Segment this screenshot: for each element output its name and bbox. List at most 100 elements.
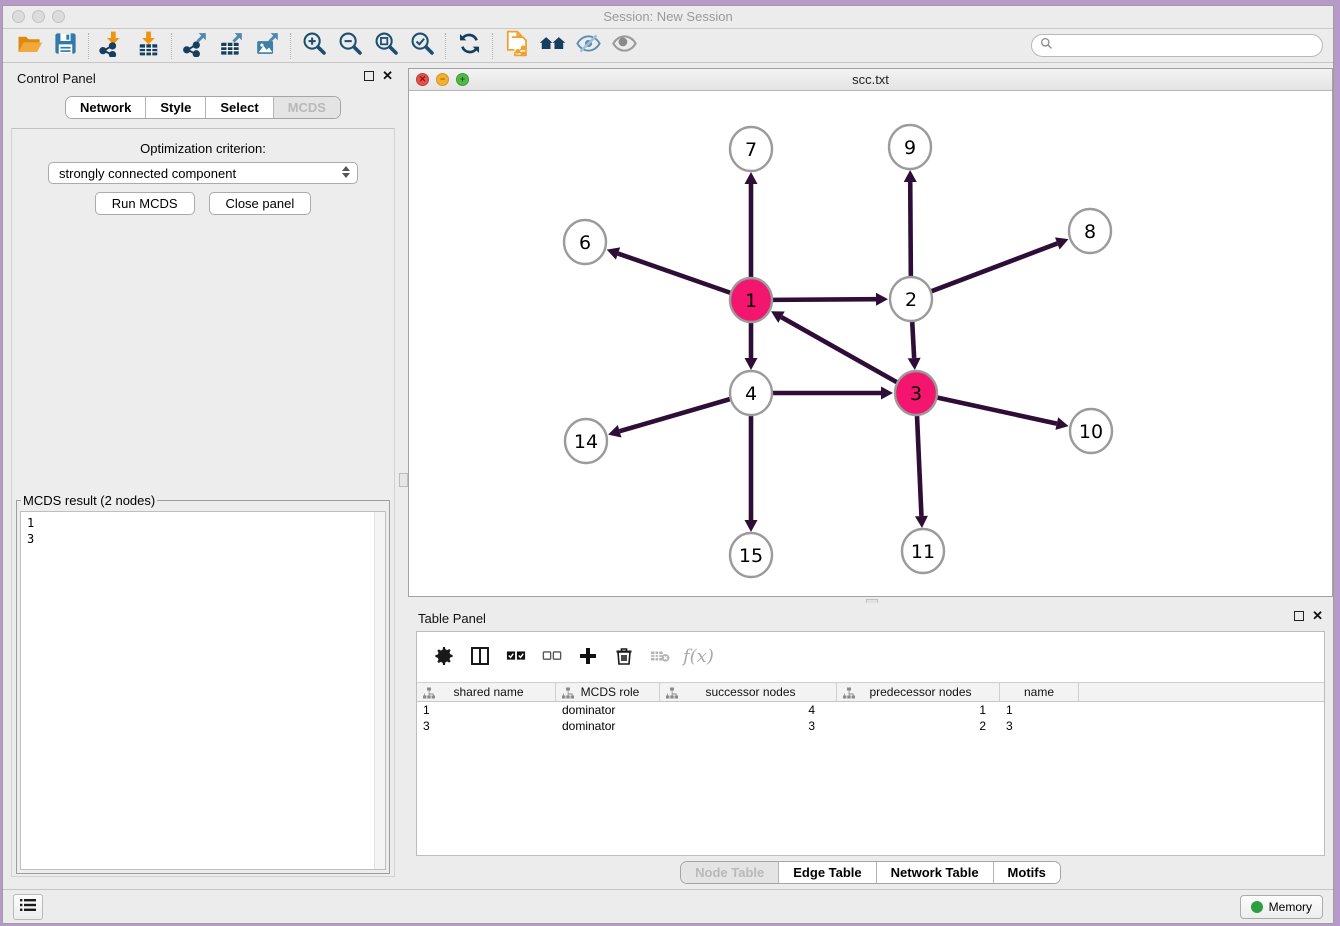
tab-mcds[interactable]: MCDS [274, 97, 340, 118]
cell-predecessor-nodes[interactable]: 2 [837, 718, 1000, 734]
open-network-file-button[interactable] [498, 31, 534, 61]
zoom-out-button[interactable] [332, 31, 368, 61]
network-canvas[interactable]: 7968124314101511 [409, 91, 1332, 596]
table-tab-network-table[interactable]: Network Table [877, 862, 994, 883]
cell-successor-nodes[interactable]: 4 [660, 702, 837, 718]
delete-table-icon[interactable] [647, 643, 673, 669]
mcds-panel-body: Optimization criterion: strongly connect… [11, 128, 395, 877]
desktop: Session: New Session [0, 0, 1340, 926]
export-table-icon [218, 30, 245, 62]
edge-2-9[interactable] [910, 182, 911, 277]
toggle-column-panel-icon[interactable] [467, 643, 493, 669]
table-tab-edge-table[interactable]: Edge Table [779, 862, 876, 883]
edge-3-1[interactable] [781, 317, 896, 382]
result-scrollbar[interactable] [374, 512, 385, 869]
save-session-button[interactable] [47, 31, 83, 61]
export-network-button[interactable] [177, 31, 213, 61]
cell-successor-nodes[interactable]: 3 [660, 718, 837, 734]
network-frame-titlebar[interactable]: ✕ − + scc.txt [409, 69, 1332, 91]
arrowhead-4-14 [608, 425, 621, 437]
tab-select[interactable]: Select [206, 97, 273, 118]
export-image-button[interactable] [249, 31, 285, 61]
table-tab-node-table[interactable]: Node Table [681, 862, 779, 883]
edge-1-2[interactable] [773, 299, 876, 300]
search-field[interactable] [1031, 34, 1323, 57]
run-mcds-button[interactable]: Run MCDS [95, 192, 195, 215]
memory-button[interactable]: Memory [1240, 895, 1323, 919]
open-session-button[interactable] [11, 31, 47, 61]
table-tab-motifs[interactable]: Motifs [994, 862, 1060, 883]
column-header-MCDS-role[interactable]: MCDS role [556, 683, 660, 701]
table-row[interactable]: 3dominator323 [417, 718, 1324, 734]
cell-shared-name[interactable]: 1 [417, 702, 556, 718]
column-header-predecessor-nodes[interactable]: predecessor nodes [837, 683, 1000, 701]
import-network-button[interactable] [94, 31, 130, 61]
graph-node-label-9: 9 [904, 137, 916, 159]
export-table-button[interactable] [213, 31, 249, 61]
column-header-successor-nodes[interactable]: successor nodes [660, 683, 837, 701]
column-header-name[interactable]: name [1000, 683, 1079, 701]
refresh-layout-button[interactable] [451, 31, 487, 61]
toolbar-separator [290, 33, 291, 59]
zoom-in-icon [301, 30, 328, 62]
tab-network[interactable]: Network [66, 97, 146, 118]
settings-gear-icon[interactable] [431, 643, 457, 669]
graph-node-label-3: 3 [910, 383, 922, 405]
node-table[interactable]: shared nameMCDS rolesuccessor nodesprede… [417, 682, 1324, 855]
hide-selected-button[interactable] [570, 31, 606, 61]
open-folder-icon [16, 30, 43, 62]
cell-shared-name[interactable]: 3 [417, 718, 556, 734]
float-table-panel-icon[interactable] [1294, 611, 1304, 621]
criterion-dropdown[interactable]: strongly connected component [48, 162, 358, 184]
arrowhead-4-3 [881, 387, 893, 400]
cell-name[interactable]: 1 [1000, 702, 1079, 718]
delete-column-icon[interactable] [611, 643, 637, 669]
arrowhead-3-11 [915, 516, 928, 528]
tab-style[interactable]: Style [146, 97, 206, 118]
table-tabs: Node TableEdge TableNetwork TableMotifs [680, 861, 1061, 884]
mcds-result-textarea[interactable]: 1 3 [20, 511, 386, 870]
close-panel-button[interactable]: Close panel [209, 192, 312, 215]
import-table-button[interactable] [130, 31, 166, 61]
control-panel-title: Control Panel [17, 71, 96, 86]
zoom-selected-button[interactable] [404, 31, 440, 61]
main-window: Session: New Session [2, 5, 1334, 924]
select-all-icon[interactable] [503, 643, 529, 669]
edge-1-6[interactable] [618, 254, 730, 293]
task-history-button[interactable] [13, 894, 43, 920]
cell-MCDS-role[interactable]: dominator [556, 702, 660, 718]
edge-3-11[interactable] [917, 415, 921, 516]
graph-node-label-6: 6 [579, 232, 591, 254]
close-table-panel-icon[interactable]: ✕ [1312, 611, 1323, 621]
zoom-fit-button[interactable] [368, 31, 404, 61]
table-row[interactable]: 1dominator411 [417, 702, 1324, 718]
cell-predecessor-nodes[interactable]: 1 [837, 702, 1000, 718]
zoom-in-button[interactable] [296, 31, 332, 61]
dropdown-stepper-icon [342, 166, 350, 178]
cell-name[interactable]: 3 [1000, 718, 1079, 734]
float-panel-icon[interactable] [364, 71, 374, 81]
add-column-icon[interactable] [575, 643, 601, 669]
close-panel-icon[interactable]: ✕ [382, 71, 393, 81]
graph-node-label-4: 4 [745, 383, 757, 405]
graph-node-label-15: 15 [739, 545, 763, 567]
panel-splitter-grip[interactable] [399, 473, 408, 487]
network-frame-title: scc.txt [409, 72, 1332, 87]
toolbar-separator [445, 33, 446, 59]
first-neighbors-button[interactable] [534, 31, 570, 61]
edge-2-3[interactable] [912, 321, 914, 358]
arrowhead-2-9 [904, 170, 917, 182]
column-header-shared-name[interactable]: shared name [417, 683, 556, 701]
search-input[interactable] [1058, 37, 1322, 55]
floppy-disk-icon [52, 30, 79, 62]
show-all-button[interactable] [606, 31, 642, 61]
arrowhead-1-4 [745, 358, 758, 370]
refresh-icon [456, 30, 483, 62]
function-builder-icon[interactable]: f(x) [683, 646, 714, 667]
cell-MCDS-role[interactable]: dominator [556, 718, 660, 734]
deselect-all-icon[interactable] [539, 643, 565, 669]
export-image-icon [254, 30, 281, 62]
edge-4-14[interactable] [620, 399, 730, 431]
edge-3-10[interactable] [937, 398, 1056, 424]
edge-2-8[interactable] [932, 243, 1058, 291]
